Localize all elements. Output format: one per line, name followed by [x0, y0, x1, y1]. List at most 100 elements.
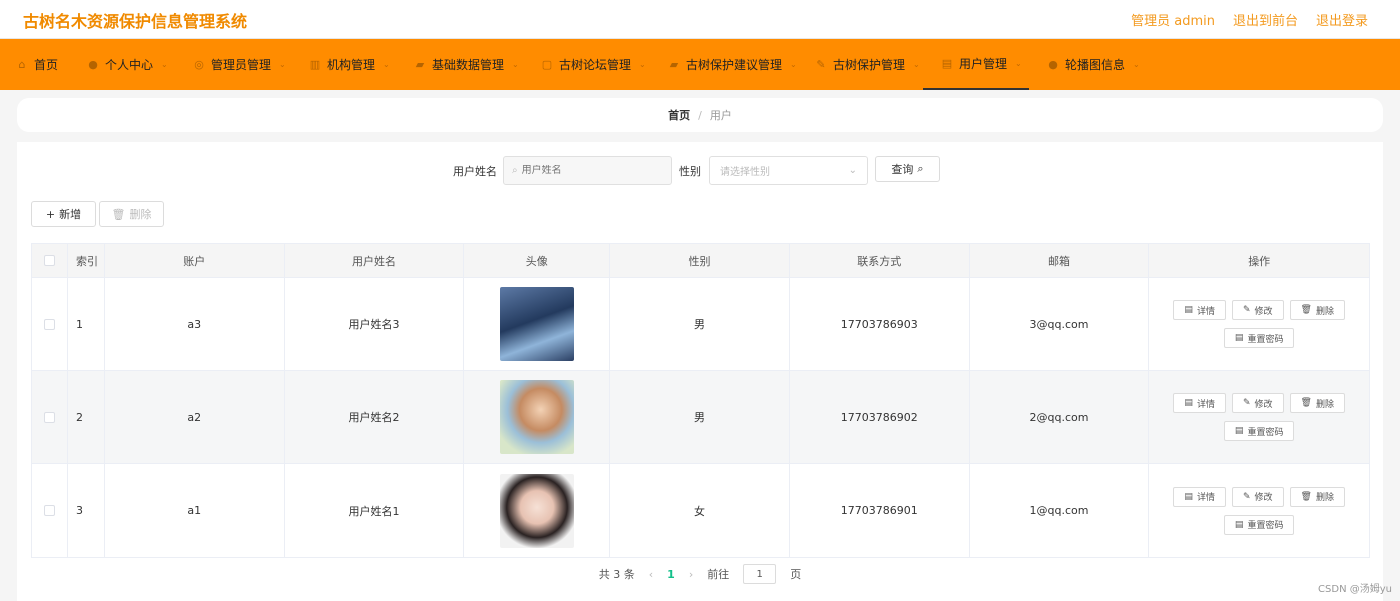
chevron-down-icon: ⌄	[512, 60, 519, 69]
breadcrumb-home[interactable]: 首页	[668, 107, 690, 123]
nav-item-users[interactable]: ▤ 用户管理 ⌄	[923, 39, 1029, 90]
gender-label: 性别	[679, 165, 701, 178]
nav-item-home[interactable]: ⌂ 首页	[16, 39, 59, 90]
cell-gender: 女	[610, 464, 790, 557]
nav-item-org[interactable]: ▥ 机构管理 ⌄	[309, 39, 390, 90]
cell-gender: 男	[610, 278, 790, 370]
col-phone: 联系方式	[790, 244, 970, 277]
nav-item-profile[interactable]: ● 个人中心 ⌄	[87, 39, 168, 90]
nav-item-label: 管理员管理	[211, 58, 272, 72]
col-index: 索引	[68, 244, 105, 277]
logout-link[interactable]: 退出登录	[1316, 10, 1368, 29]
trash-icon: 🗑	[1300, 491, 1312, 502]
detail-label: 详情	[1196, 399, 1215, 410]
row-checkbox[interactable]	[43, 318, 55, 330]
nav-item-protection[interactable]: ✎ 古树保护管理 ⌄	[815, 39, 919, 90]
home-icon: ⌂	[18, 57, 26, 71]
nav-item-label: 古树论坛管理	[559, 58, 632, 72]
query-button[interactable]: 查询 ⌕	[875, 156, 940, 182]
delete-button[interactable]: 🗑 删除	[1289, 486, 1345, 507]
edit-button[interactable]: ✎ 修改	[1231, 486, 1284, 507]
row-actions-top: ▤ 详情 ✎ 修改 🗑 删除	[1173, 486, 1345, 507]
list-icon: ▤	[941, 56, 953, 70]
name-search-field[interactable]: ⌕	[503, 156, 672, 185]
row-checkbox[interactable]	[43, 411, 55, 423]
detail-button[interactable]: ▤ 详情	[1173, 393, 1226, 413]
nav-item-admin[interactable]: ◎ 管理员管理 ⌄	[193, 39, 286, 90]
col-actions: 操作	[1248, 254, 1271, 268]
batch-delete-button[interactable]: 🗑 删除	[99, 201, 164, 227]
add-label: 新增	[59, 208, 82, 221]
edit-button[interactable]: ✎ 修改	[1231, 393, 1284, 413]
users-table: 索引 账户 用户姓名 头像 性别 联系方式 邮箱 操作 1 a3 用户姓名3 男…	[31, 243, 1370, 558]
page-unit-label: 页	[790, 568, 802, 581]
edit-label: 修改	[1254, 306, 1273, 317]
nav-item-label: 轮播图信息	[1065, 58, 1126, 72]
cell-account: a1	[105, 464, 285, 557]
cell-gender: 男	[610, 371, 790, 463]
chevron-down-icon: ⌄	[1133, 60, 1140, 69]
cell-email: 2@qq.com	[970, 371, 1150, 463]
cell-phone: 17703786902	[790, 371, 970, 463]
cell-phone: 17703786901	[790, 464, 970, 557]
total-count: 共 3 条	[598, 568, 635, 581]
delete-button[interactable]: 🗑 删除	[1289, 393, 1345, 413]
admin-label[interactable]: 管理员 admin	[1131, 10, 1215, 29]
table-row: 2 a2 用户姓名2 男 17703786902 2@qq.com ▤ 详情 ✎ 修…	[32, 371, 1369, 464]
nav-item-forum[interactable]: ▢ 古树论坛管理 ⌄	[541, 39, 646, 90]
row-select-cell	[32, 464, 68, 557]
document-icon: ▤	[1184, 398, 1193, 408]
query-label: 查询	[891, 163, 914, 176]
delete-button[interactable]: 🗑 删除	[1289, 300, 1345, 320]
pencil-icon: ✎	[1242, 491, 1251, 502]
cell-index: 3	[68, 464, 105, 557]
cell-email: 1@qq.com	[970, 464, 1150, 557]
document-icon: ▤	[1234, 426, 1244, 436]
cell-avatar	[464, 278, 611, 370]
reset-password-button[interactable]: ▤ 重置密码	[1223, 328, 1295, 348]
avatar[interactable]	[499, 380, 574, 454]
avatar[interactable]	[499, 287, 574, 361]
row-select-cell	[32, 371, 68, 463]
reset-password-button[interactable]: ▤ 重置密码	[1223, 421, 1295, 441]
gender-select[interactable]: 请选择性别 ⌄	[709, 156, 868, 185]
reset-password-button[interactable]: ▤ 重置密码	[1223, 514, 1295, 535]
add-button[interactable]: + 新增	[31, 201, 96, 227]
search-icon: ⌕	[512, 165, 518, 176]
name-search-input[interactable]	[521, 165, 652, 176]
cell-actions: ▤ 详情 ✎ 修改 🗑 删除 ▤ 重置密码	[1149, 278, 1369, 370]
nav-item-carousel[interactable]: ● 轮播图信息 ⌄	[1047, 39, 1140, 90]
user-icon: ●	[1048, 57, 1058, 71]
page-number-current[interactable]: 1	[667, 568, 675, 581]
trash-icon: 🗑	[1300, 398, 1312, 408]
breadcrumb-separator: /	[698, 108, 702, 122]
compass-icon: ◎	[194, 57, 204, 71]
table-row: 3 a1 用户姓名1 女 17703786901 1@qq.com ▤ 详情 ✎ 修…	[32, 464, 1369, 557]
document-icon: ▤	[1234, 333, 1244, 343]
next-page-button[interactable]: ›	[689, 568, 693, 581]
col-name: 用户姓名	[285, 244, 465, 277]
cell-name: 用户姓名3	[285, 278, 465, 370]
select-all-checkbox[interactable]	[43, 255, 55, 266]
forum-icon: ▢	[541, 57, 553, 71]
gender-placeholder: 请选择性别	[720, 167, 770, 178]
row-actions: ▤ 详情 ✎ 修改 🗑 删除 ▤ 重置密码	[1173, 486, 1345, 535]
row-checkbox[interactable]	[43, 505, 55, 516]
nav-item-basic-data[interactable]: ▰ 基础数据管理 ⌄	[414, 39, 519, 90]
delete-label: 删除	[1315, 493, 1334, 503]
detail-button[interactable]: ▤ 详情	[1173, 300, 1226, 320]
edit-button[interactable]: ✎ 修改	[1231, 300, 1284, 320]
avatar[interactable]	[499, 473, 574, 548]
prev-page-button[interactable]: ‹	[649, 568, 653, 581]
detail-button[interactable]: ▤ 详情	[1173, 486, 1226, 507]
cell-actions: ▤ 详情 ✎ 修改 🗑 删除 ▤ 重置密码	[1149, 464, 1369, 557]
delete-label: 删除	[129, 208, 152, 221]
nav-item-suggestion[interactable]: ▰ 古树保护建议管理 ⌄	[668, 39, 797, 90]
cell-phone: 17703786903	[790, 278, 970, 370]
chevron-down-icon: ⌄	[1015, 59, 1022, 68]
goto-page-input[interactable]: 1	[743, 564, 777, 584]
pencil-icon: ✎	[1242, 305, 1251, 315]
nav-item-label: 古树保护管理	[833, 58, 906, 72]
back-front-link[interactable]: 退出到前台	[1233, 10, 1298, 29]
col-avatar: 头像	[464, 244, 611, 277]
